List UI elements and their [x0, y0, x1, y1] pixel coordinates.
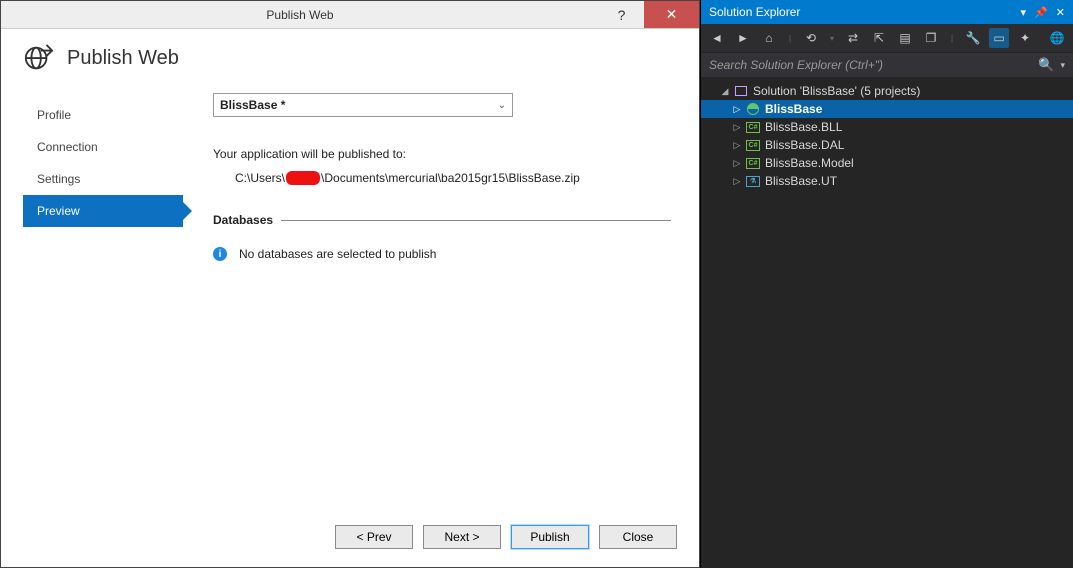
solution-icon [733, 84, 749, 98]
refresh-icon[interactable]: ⇄ [843, 28, 863, 48]
dialog-buttons: < Prev Next > Publish Close [1, 515, 699, 567]
csharp-project-icon: C# [745, 120, 761, 134]
expand-icon[interactable]: ▷ [731, 176, 743, 187]
databases-heading: Databases [213, 213, 273, 227]
publish-path: C:\Users\ \Documents\mercurial\ba2015gr1… [213, 167, 671, 185]
web-project-icon [745, 102, 761, 116]
nav-profile[interactable]: Profile [23, 99, 183, 131]
toolbar-dropdown-icon[interactable]: ▾ [827, 28, 837, 48]
search-icon: 🔍 [1038, 57, 1054, 73]
profile-dropdown-value: BlissBase * [220, 98, 285, 112]
solution-explorer-toolbar: ◄ ► ⌂ | ⟲ ▾ ⇄ ⇱ ▤ ❐ | 🔧 ▭ ✦ 🌐 [701, 24, 1073, 52]
databases-section-header: Databases [213, 213, 671, 227]
search-dropdown-icon[interactable]: ▾ [1060, 60, 1065, 71]
dialog-titlebar: Publish Web ? ✕ [1, 1, 699, 29]
nav-connection[interactable]: Connection [23, 131, 183, 163]
dialog-title: Publish Web [1, 8, 599, 22]
forward-icon[interactable]: ► [733, 28, 753, 48]
panel-menu-icon[interactable]: ▾ [1021, 6, 1027, 19]
project-label: BlissBase.DAL [765, 138, 844, 152]
solution-tree: ◢ Solution 'BlissBase' (5 projects) ▷ Bl… [701, 78, 1073, 568]
nav-preview[interactable]: Preview [23, 195, 183, 227]
class-view-icon[interactable]: ✦ [1015, 28, 1035, 48]
collapse-icon[interactable]: ⇱ [869, 28, 889, 48]
toolbar-separator: | [947, 28, 957, 48]
properties-icon[interactable]: 🔧 [963, 28, 983, 48]
copy-icon[interactable]: ❐ [921, 28, 941, 48]
project-blissbase-dal[interactable]: ▷ C# BlissBase.DAL [701, 136, 1073, 154]
prev-button[interactable]: < Prev [335, 525, 413, 549]
project-blissbase-model[interactable]: ▷ C# BlissBase.Model [701, 154, 1073, 172]
close-window-button[interactable]: ✕ [644, 1, 699, 28]
project-label: BlissBase.BLL [765, 120, 842, 134]
solution-label: Solution 'BlissBase' (5 projects) [753, 84, 920, 98]
info-icon: i [213, 247, 227, 261]
pin-icon[interactable]: 📌 [1034, 6, 1048, 19]
solution-explorer-title: Solution Explorer [709, 5, 800, 19]
next-button[interactable]: Next > [423, 525, 501, 549]
nav-settings[interactable]: Settings [23, 163, 183, 195]
expand-icon[interactable]: ◢ [719, 86, 731, 97]
publish-path-post: \Documents\mercurial\ba2015gr15\BlissBas… [321, 171, 580, 185]
publish-button[interactable]: Publish [511, 525, 589, 549]
no-databases-info: i No databases are selected to publish [213, 247, 671, 261]
toolbar-separator: | [785, 28, 795, 48]
publish-web-dialog: Publish Web ? ✕ Publish Web Profile Conn… [0, 0, 700, 568]
dialog-heading: Publish Web [67, 47, 179, 70]
csharp-project-icon: C# [745, 138, 761, 152]
close-button[interactable]: Close [599, 525, 677, 549]
publish-path-pre: C:\Users\ [235, 171, 285, 185]
redacted-username [286, 171, 320, 185]
project-blissbase-bll[interactable]: ▷ C# BlissBase.BLL [701, 118, 1073, 136]
expand-icon[interactable]: ▷ [731, 140, 743, 151]
expand-icon[interactable]: ▷ [731, 104, 743, 115]
publish-web-icon [23, 43, 53, 73]
project-label: BlissBase.UT [765, 174, 837, 188]
dialog-header: Publish Web [1, 29, 699, 87]
publish-target-label: Your application will be published to: [213, 147, 671, 161]
project-blissbase-ut[interactable]: ▷ ⚗ BlissBase.UT [701, 172, 1073, 190]
project-blissbase[interactable]: ▷ BlissBase [701, 100, 1073, 118]
profile-dropdown[interactable]: BlissBase * ⌄ [213, 93, 513, 117]
section-divider [281, 220, 671, 221]
solution-node[interactable]: ◢ Solution 'BlissBase' (5 projects) [701, 82, 1073, 100]
csharp-project-icon: C# [745, 156, 761, 170]
help-button[interactable]: ? [599, 1, 644, 28]
back-icon[interactable]: ◄ [707, 28, 727, 48]
panel-close-icon[interactable]: ✕ [1056, 6, 1065, 19]
solution-explorer-panel: Solution Explorer ▾ 📌 ✕ ◄ ► ⌂ | ⟲ ▾ ⇄ ⇱ … [700, 0, 1073, 568]
solution-explorer-search[interactable]: Search Solution Explorer (Ctrl+") 🔍 ▾ [701, 53, 1073, 77]
chevron-down-icon: ⌄ [498, 100, 506, 111]
wizard-content: BlissBase * ⌄ Your application will be p… [183, 87, 677, 505]
wizard-nav: Profile Connection Settings Preview [23, 87, 183, 505]
preview-selected-icon[interactable]: ▭ [989, 28, 1009, 48]
sync-icon[interactable]: ⟲ [801, 28, 821, 48]
no-databases-message: No databases are selected to publish [239, 247, 436, 261]
titlebar-buttons: ? ✕ [599, 1, 699, 28]
panel-title-buttons: ▾ 📌 ✕ [1021, 6, 1065, 19]
expand-icon[interactable]: ▷ [731, 158, 743, 169]
expand-icon[interactable]: ▷ [731, 122, 743, 133]
show-all-icon[interactable]: ▤ [895, 28, 915, 48]
solution-explorer-titlebar: Solution Explorer ▾ 📌 ✕ [701, 0, 1073, 24]
test-project-icon: ⚗ [745, 174, 761, 188]
home-icon[interactable]: ⌂ [759, 28, 779, 48]
globe-icon[interactable]: 🌐 [1047, 28, 1067, 48]
search-placeholder: Search Solution Explorer (Ctrl+") [709, 58, 1032, 72]
project-label: BlissBase [765, 102, 822, 116]
project-label: BlissBase.Model [765, 156, 854, 170]
